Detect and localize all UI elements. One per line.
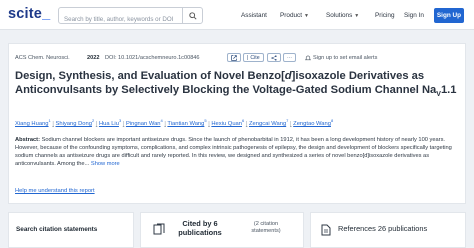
references-icon — [321, 224, 331, 236]
author-link[interactable]: Pingnan Wan — [126, 121, 161, 127]
show-more-link[interactable]: Show more — [91, 161, 120, 167]
abstract: Abstract: Sodium channel blockers are im… — [15, 137, 463, 177]
scite-logo[interactable]: scite_ — [8, 6, 50, 22]
author-list: Xiang Huang1 | Shiyang Dong2 | Hua Liu3 … — [15, 118, 334, 127]
author-link[interactable]: Hexiu Quan — [211, 121, 242, 127]
search-input[interactable] — [59, 12, 177, 27]
share-button[interactable] — [267, 53, 281, 62]
paper-meta: ACS Chem. Neurosci. 2022 DOI: 10.1021/ac… — [15, 53, 467, 65]
share-icon — [271, 54, 277, 61]
author-link[interactable]: Shiyang Dong — [56, 121, 92, 127]
more-options-button[interactable]: ⋯ — [283, 53, 297, 62]
external-link-icon — [231, 54, 237, 61]
paper-title: Design, Synthesis, and Evaluation of Nov… — [15, 70, 457, 98]
search-citation-label: Search citation statements — [16, 226, 98, 233]
references-panel[interactable]: References 26 publications — [310, 212, 466, 248]
nav-assistant[interactable]: Assistant — [241, 12, 267, 19]
author-link[interactable]: Hua Liu — [99, 121, 119, 127]
author-link[interactable]: Xiang Huang — [15, 121, 49, 127]
more-dots-icon: ⋯ — [287, 54, 293, 61]
abstract-text: Sodium channel blockers are important an… — [15, 137, 452, 167]
cited-by-panel[interactable]: Cited by 6 publications (2 citation stat… — [140, 212, 304, 248]
sign-in-link[interactable]: Sign In — [404, 12, 424, 19]
sign-up-button[interactable]: Sign Up — [434, 8, 464, 23]
cited-by-icon — [153, 223, 165, 235]
author-link[interactable]: Tiantian Wang — [167, 121, 204, 127]
chevron-down-icon: ▼ — [354, 12, 360, 19]
publication-year: 2022 — [87, 55, 100, 61]
doi-text: DOI: 10.1021/acschemneuro.1c00846 — [105, 55, 200, 61]
separator-icon: | — [247, 54, 249, 61]
nav-product[interactable]: Product ▼ — [280, 12, 309, 19]
cited-by-count: Cited by 6 publications — [178, 219, 222, 237]
search-button[interactable] — [182, 8, 202, 23]
help-understand-link[interactable]: Help me understand this report — [15, 188, 95, 194]
author-link[interactable]: Zengcai Wang — [249, 121, 286, 127]
author-link[interactable]: Zengtao Wang — [293, 121, 331, 127]
nav-solutions[interactable]: Solutions ▼ — [326, 12, 359, 19]
search-icon — [188, 11, 197, 20]
top-navigation-bar: scite_ Assistant Product▼ Solutions▼ Pri… — [0, 0, 474, 30]
journal-name: ACS Chem. Neurosci. — [15, 55, 70, 61]
citation-statements-count: (2 citation statements) — [251, 221, 281, 234]
external-link-button[interactable] — [227, 53, 241, 62]
references-count: References 26 publications — [338, 224, 428, 233]
cite-button[interactable]: | Cite — [243, 53, 264, 62]
bell-icon — [305, 55, 311, 61]
chevron-down-icon: ▼ — [304, 12, 309, 19]
search-citation-panel: Search citation statements — [8, 212, 134, 248]
abstract-label: Abstract: — [15, 137, 40, 143]
nav-pricing[interactable]: Pricing — [375, 12, 395, 19]
search-box — [58, 7, 203, 27]
email-alerts-link[interactable]: Sign up to set email alerts — [305, 55, 377, 61]
